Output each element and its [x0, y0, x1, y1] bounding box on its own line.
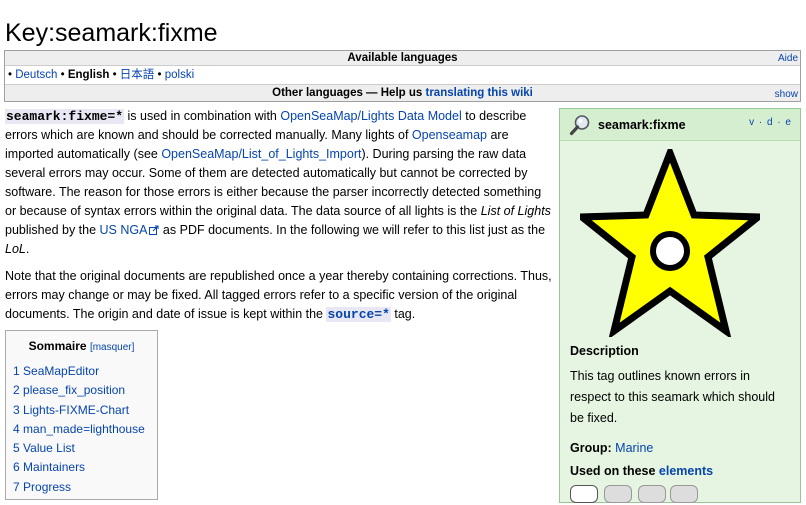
group-label: Group:	[570, 441, 612, 455]
description-label: Description	[570, 344, 639, 358]
relation-icon	[670, 485, 698, 503]
text: published by the	[5, 223, 100, 237]
infobox-key-name: seamark:fixme	[598, 118, 686, 132]
emphasis-lol: LoL	[5, 242, 26, 256]
toc-item-number: 6	[13, 460, 20, 475]
area-icon	[638, 485, 666, 503]
separator: •	[57, 69, 68, 81]
toc-item[interactable]: 5 Value List	[13, 439, 150, 458]
elements-link[interactable]: elements	[659, 464, 713, 478]
infobox: seamark:fixme v · d · e Description This…	[559, 108, 801, 503]
toc-title: Sommaire [masquer]	[13, 337, 150, 357]
toc-item-number: 2	[13, 383, 20, 398]
used-on-row: Used on these elements	[570, 464, 713, 478]
text: .	[25, 242, 30, 256]
view-discuss-edit-links[interactable]: v · d · e	[749, 117, 792, 128]
other-languages-label: Other languages — Help us	[272, 87, 423, 99]
lights-data-model-link[interactable]: OpenSeaMap/Lights Data Model	[280, 109, 461, 123]
toc-item-number: 4	[13, 421, 20, 436]
usage-icons	[570, 485, 700, 505]
toc-item-label: Maintainers	[23, 460, 86, 475]
language-list: • Deutsch • English • 日本語 • polski	[5, 66, 800, 85]
openseamap-link[interactable]: Openseamap	[412, 128, 487, 142]
us-nga-link[interactable]: US NGA	[100, 223, 148, 237]
show-languages-link[interactable]: show	[775, 87, 798, 103]
help-link[interactable]: Aide	[778, 51, 798, 66]
toc-item-label: man_made=lighthouse	[23, 421, 145, 436]
translate-wiki-link[interactable]: translating this wiki	[426, 87, 533, 99]
toc-item-number: 1	[13, 364, 20, 378]
text: tag.	[390, 307, 416, 321]
separator: •	[109, 69, 120, 81]
page-title: Key:seamark:fixme	[5, 19, 801, 52]
external-link-icon	[149, 225, 159, 235]
toc-item[interactable]: 2 please_fix_position	[13, 381, 150, 400]
toc-item[interactable]: 3 Lights-FIXME-Chart	[13, 401, 150, 420]
main-content: seamark:fixme=* is used in combination w…	[5, 107, 552, 332]
note-paragraph: Note that the original documents are rep…	[5, 267, 552, 324]
toc-item[interactable]: 4 man_made=lighthouse	[13, 420, 150, 439]
toc-item-label: Value List	[23, 441, 75, 456]
tag-code: seamark:fixme=*	[5, 109, 125, 124]
node-icon	[570, 485, 598, 503]
description-text: This tag outlines known errors in respec…	[570, 369, 775, 425]
language-link-deutsch[interactable]: Deutsch	[15, 69, 57, 81]
toc-item[interactable]: 1 SeaMapEditor	[13, 362, 150, 381]
language-box: Available languages Aide • Deutsch • Eng…	[4, 50, 801, 102]
toc-item[interactable]: 7 Progress	[13, 478, 150, 497]
toc-item-label: please_fix_position	[23, 383, 126, 398]
list-of-lights-import-link[interactable]: OpenSeaMap/List_of_Lights_Import	[161, 147, 361, 161]
group-link[interactable]: Marine	[615, 441, 653, 455]
separator: •	[154, 69, 165, 81]
available-languages-label: Available languages	[347, 52, 458, 64]
language-current-english: English	[67, 69, 110, 81]
star-icon	[580, 149, 760, 337]
toc-item[interactable]: 6 Maintainers	[13, 458, 150, 477]
emphasis-list-of-lights: List of Lights	[480, 204, 551, 218]
language-link-polski[interactable]: polski	[165, 69, 194, 81]
way-icon	[604, 485, 632, 503]
used-on-label: Used on these	[570, 464, 656, 478]
available-languages-header: Available languages Aide	[5, 51, 800, 66]
toc-toggle-link[interactable]: [masquer]	[90, 342, 134, 353]
toc-item-number: 3	[13, 402, 20, 417]
toc-item-label: SeaMapEditor	[23, 364, 100, 378]
group-row: Group: Marine	[570, 441, 653, 455]
infobox-header: seamark:fixme v · d · e	[560, 109, 800, 141]
toc-item-number: 7	[13, 479, 20, 494]
source-tag-link[interactable]: source=*	[327, 307, 389, 322]
other-languages-row: Other languages — Help us translating th…	[5, 85, 800, 101]
text: as PDF documents. In the following we wi…	[159, 223, 546, 237]
toc-item-label: Progress	[23, 479, 72, 494]
toc-title-label: Sommaire	[28, 339, 87, 353]
text: is used in combination with	[124, 109, 281, 123]
source-tag-code[interactable]: source=*	[326, 307, 391, 322]
text: Note that the original documents are rep…	[5, 269, 552, 321]
table-of-contents: Sommaire [masquer] 1 SeaMapEditor 2 plea…	[5, 330, 158, 500]
toc-item-label: Lights-FIXME-Chart	[23, 402, 130, 417]
bullet: •	[8, 69, 13, 81]
intro-paragraph: seamark:fixme=* is used in combination w…	[5, 107, 552, 259]
toc-item-number: 5	[13, 441, 20, 456]
magnifier-icon	[569, 115, 590, 136]
language-link-japanese[interactable]: 日本語	[120, 69, 155, 81]
